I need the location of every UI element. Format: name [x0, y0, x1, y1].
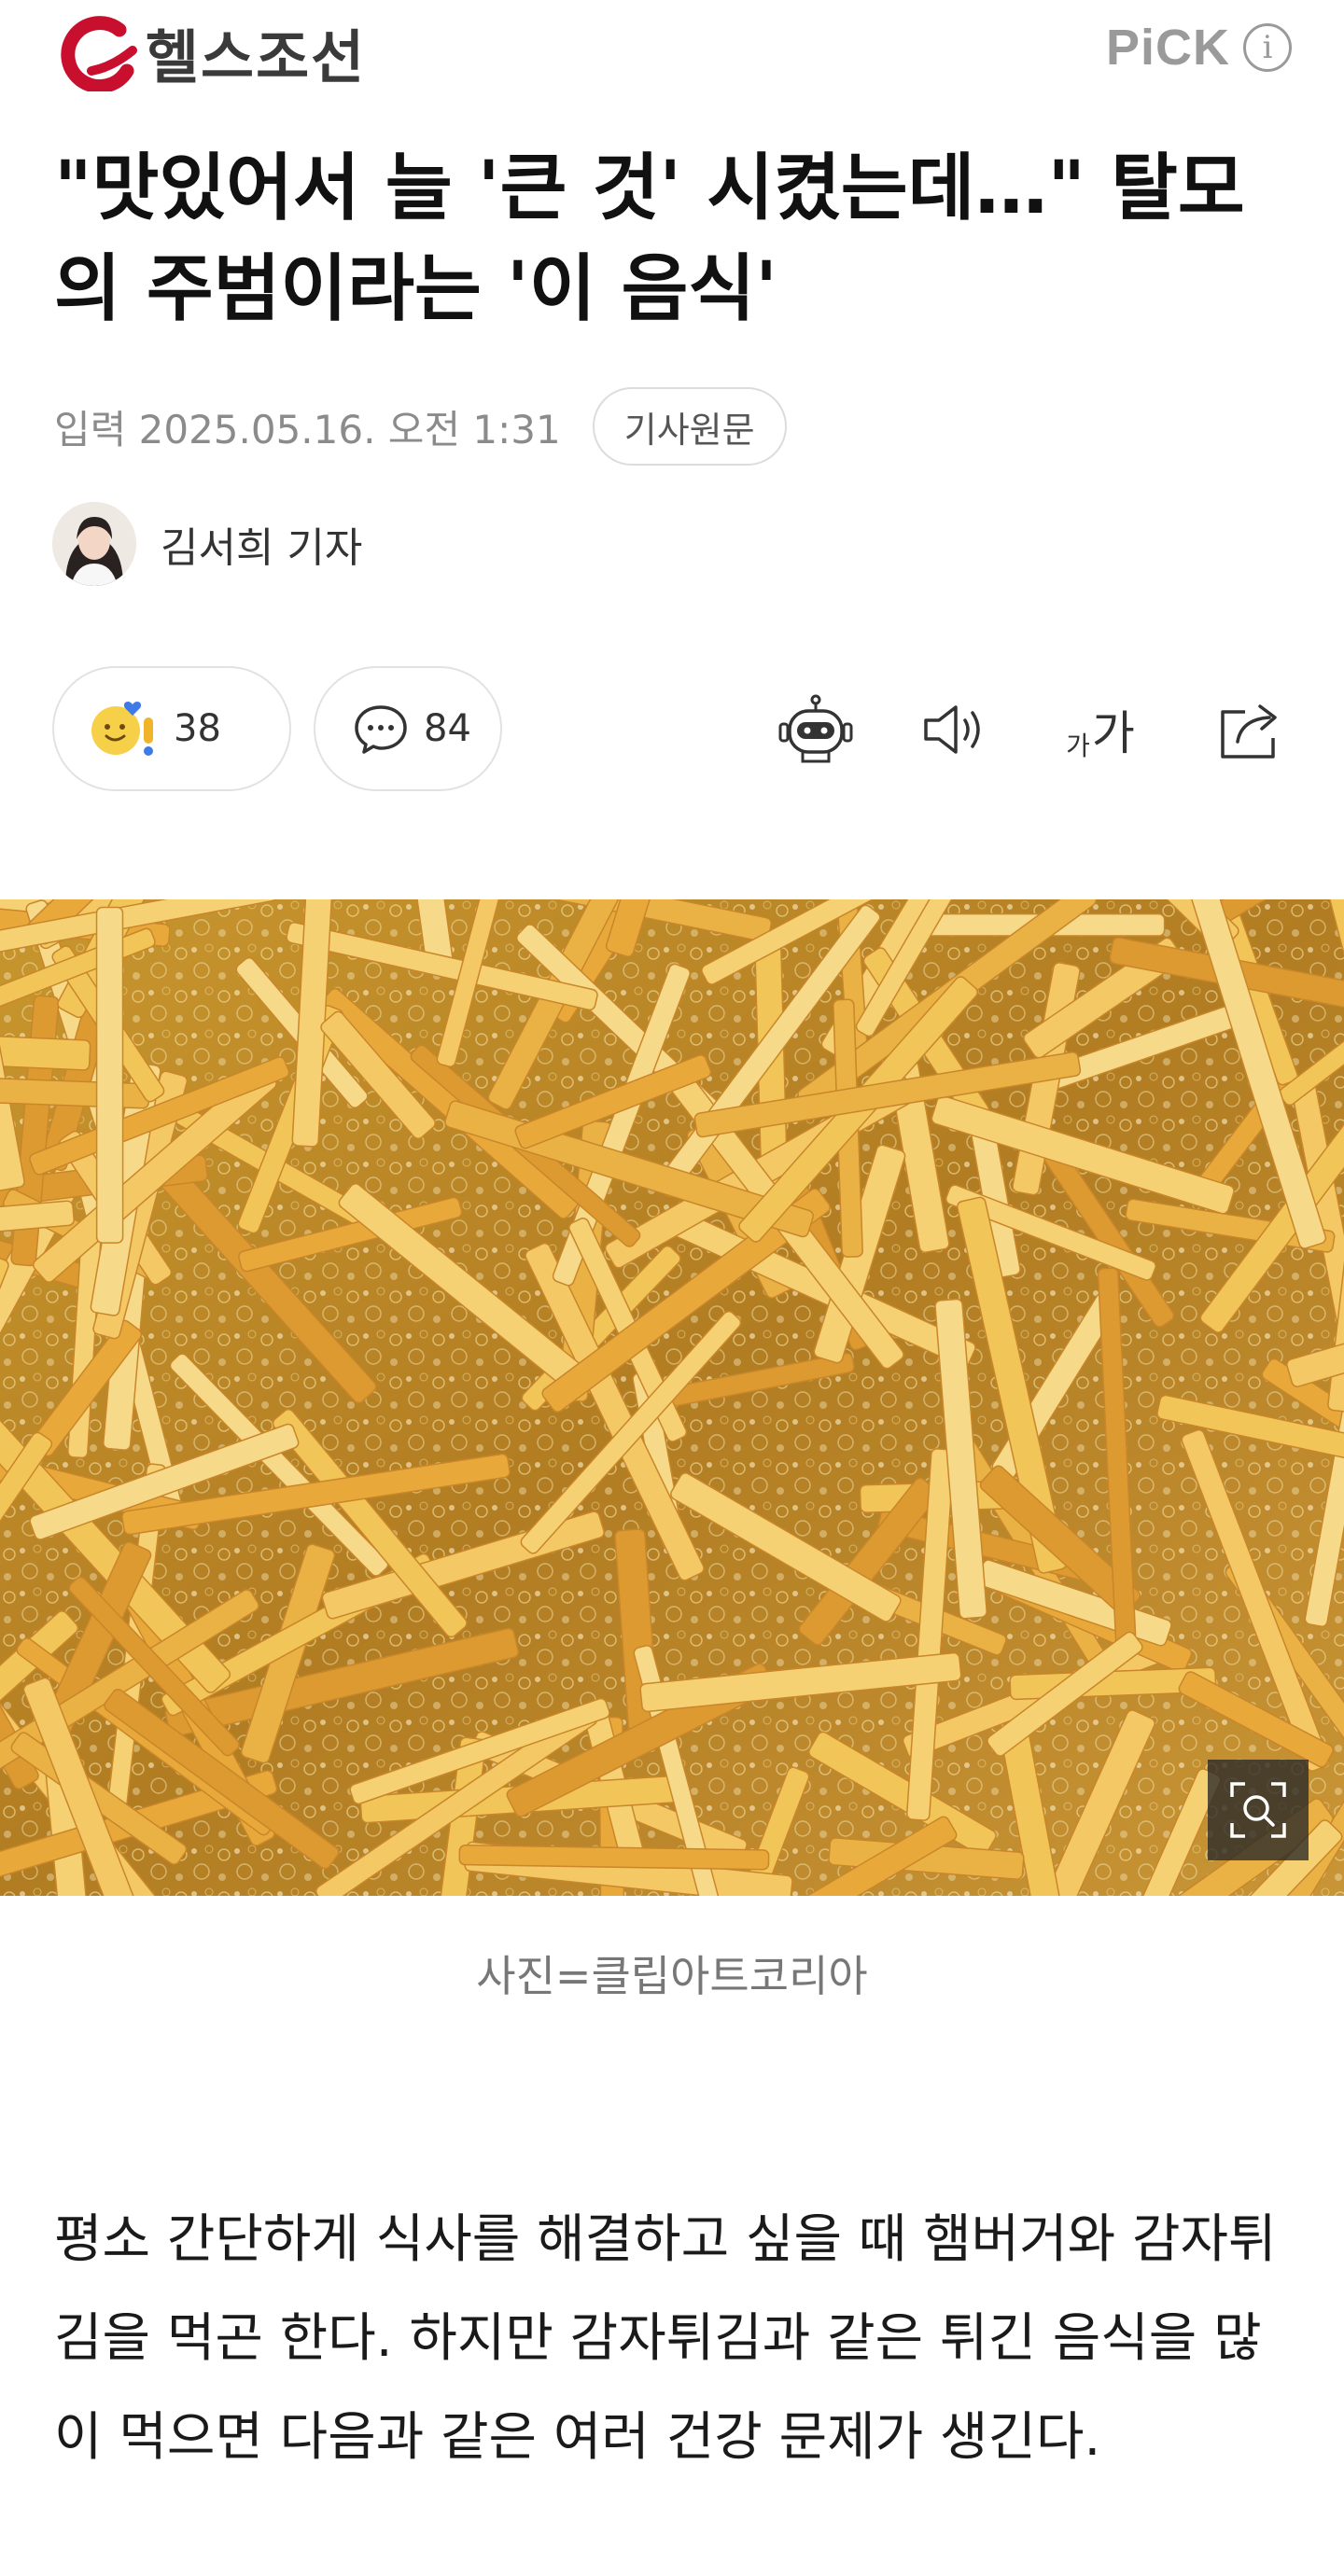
- ai-summary-robot-icon: [778, 694, 853, 763]
- article-headline: "맛있어서 늘 '큰 것' 시켰는데…" 탈모의 주범이라는 '이 음식': [54, 146, 1245, 331]
- brand-name: 헬스조선: [146, 23, 367, 91]
- info-icon[interactable]: i: [1243, 23, 1292, 72]
- fry-shape: [95, 906, 124, 1244]
- comments-count: 84: [424, 707, 471, 750]
- original-article-button[interactable]: 기사원문: [592, 387, 787, 466]
- avatar-portrait-icon: [52, 502, 136, 586]
- comments-button[interactable]: 84: [314, 666, 502, 791]
- top-bar: 헬스조선 PiCK i: [0, 0, 1344, 103]
- pick-badge[interactable]: PiCK i: [1106, 19, 1292, 77]
- article-photo[interactable]: [0, 899, 1344, 1896]
- fries-photo: [0, 899, 1344, 1896]
- publish-date: 입력 2025.05.16. 오전 1:31: [54, 406, 561, 453]
- font-size-icon: 가 가: [1066, 696, 1135, 763]
- zoom-icon: [1230, 1782, 1286, 1838]
- reactions-count: 38: [174, 707, 221, 750]
- photo-caption: 사진=클립아트코리아: [476, 1951, 868, 2001]
- fry-shape: [458, 1844, 770, 1871]
- brand-logo[interactable]: 헬스조선: [54, 13, 366, 91]
- photo-zoom-button[interactable]: [1208, 1760, 1309, 1860]
- author-name: 김서희 기자: [161, 524, 363, 572]
- brand-logo-mark-icon: [61, 16, 137, 91]
- article-body-paragraph: 평소 간단하게 식사를 해결하고 싶을 때 햄버거와 감자튀김을 먹곤 한다. …: [54, 2209, 1277, 2468]
- reactions-button[interactable]: 38: [52, 666, 291, 791]
- share-icon: [1221, 704, 1277, 759]
- text-to-speech-button[interactable]: [917, 690, 995, 769]
- font-size-button[interactable]: 가 가: [1058, 690, 1142, 769]
- font-size-small-label: 가: [1066, 731, 1090, 761]
- author-row[interactable]: 김서희 기자: [52, 502, 362, 586]
- author-avatar: [52, 502, 136, 586]
- pick-label: PiCK: [1105, 20, 1230, 76]
- speaker-icon: [924, 705, 980, 754]
- comment-icon: [355, 705, 407, 754]
- article-meta: 입력 2025.05.16. 오전 1:31 기사원문: [54, 384, 787, 468]
- font-size-large-label: 가: [1091, 706, 1135, 760]
- ai-summary-button[interactable]: [773, 690, 859, 769]
- reaction-emoji-icon: [91, 702, 153, 756]
- share-button[interactable]: [1211, 690, 1290, 769]
